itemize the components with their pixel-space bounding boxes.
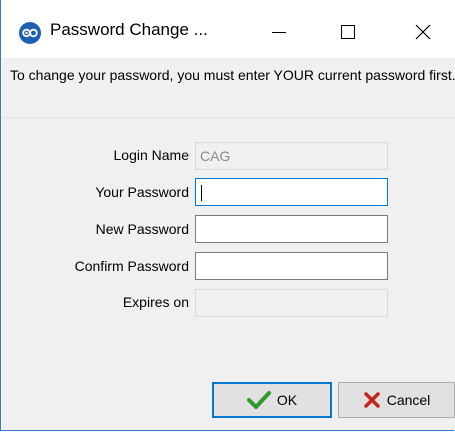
- login-name-field: [195, 142, 388, 170]
- cancel-button[interactable]: Cancel: [338, 382, 455, 418]
- minimize-icon: [272, 32, 286, 33]
- title-bar[interactable]: Password Change ...: [1, 0, 455, 58]
- checkmark-icon: [246, 391, 271, 409]
- expires-on-field: [195, 289, 388, 317]
- minimize-button[interactable]: [256, 14, 302, 50]
- maximize-icon: [341, 25, 355, 39]
- expires-on-label: Expires on: [122, 294, 189, 310]
- close-button[interactable]: [400, 14, 446, 50]
- cancel-button-label: Cancel: [386, 392, 431, 408]
- ok-button-label: OK: [276, 392, 298, 408]
- your-password-field[interactable]: [195, 178, 388, 206]
- confirm-password-label: Confirm Password: [74, 258, 189, 274]
- new-password-field[interactable]: [195, 215, 388, 243]
- new-password-label: New Password: [95, 221, 189, 237]
- close-icon: [415, 24, 431, 40]
- text-caret: [201, 185, 202, 201]
- window-title: Password Change ...: [50, 20, 208, 39]
- login-name-label: Login Name: [113, 147, 190, 163]
- divider: [2, 117, 455, 118]
- ok-button[interactable]: OK: [212, 382, 332, 418]
- app-logo-icon: [19, 22, 41, 44]
- password-change-dialog: Password Change ... To change your passw…: [0, 0, 455, 431]
- maximize-button[interactable]: [325, 14, 371, 50]
- x-mark-icon: [363, 391, 381, 409]
- dialog-content: To change your password, you must enter …: [2, 58, 455, 430]
- instructions-text: To change your password, you must enter …: [10, 67, 455, 83]
- your-password-label: Your Password: [95, 184, 189, 200]
- confirm-password-field[interactable]: [195, 252, 388, 280]
